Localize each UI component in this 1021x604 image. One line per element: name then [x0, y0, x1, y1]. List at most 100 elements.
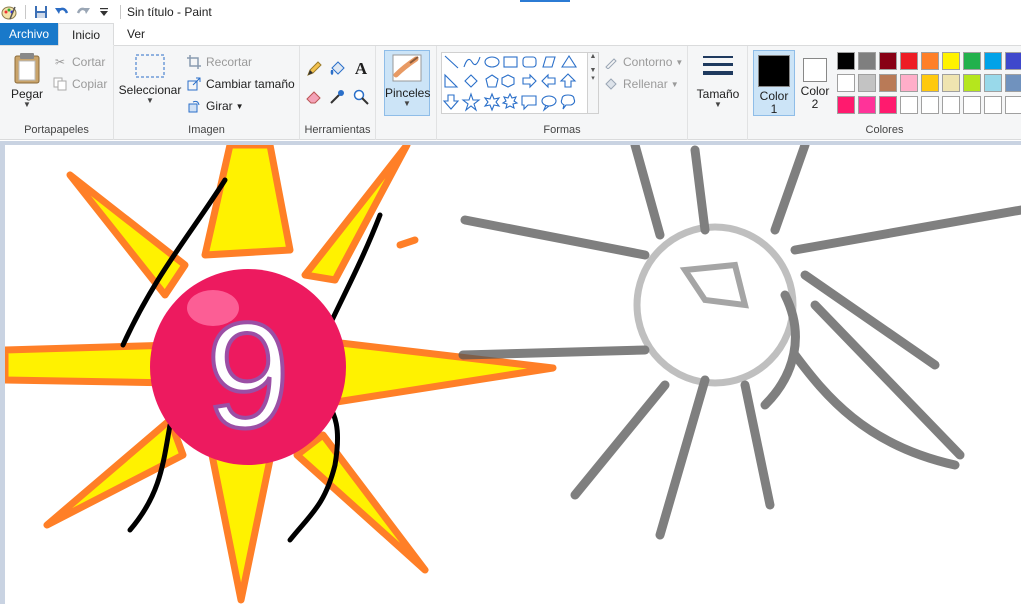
fill-icon — [603, 76, 619, 92]
quick-access-toolbar — [0, 0, 116, 24]
palette-swatch[interactable] — [984, 96, 1002, 114]
palette-swatch[interactable] — [921, 96, 939, 114]
outline-button[interactable]: Contorno ▼ — [603, 52, 683, 72]
chevron-down-icon: ▼ — [146, 96, 154, 105]
shapes-scrollbar[interactable]: ▲ ▼ ▾ — [587, 53, 598, 113]
palette-swatch[interactable] — [963, 74, 981, 92]
grey-sketch-star — [458, 145, 1021, 540]
color2-label: Color 2 — [800, 84, 830, 111]
color1-button[interactable]: Color 1 — [753, 50, 795, 116]
ribbon-tabs: Archivo Inicio Ver — [0, 23, 1021, 46]
undo-icon[interactable] — [53, 3, 71, 21]
palette-swatch[interactable] — [963, 96, 981, 114]
palette-swatch[interactable] — [900, 52, 918, 70]
rotate-icon — [186, 98, 202, 114]
pencil-icon[interactable] — [305, 60, 323, 78]
palette-swatch[interactable] — [921, 52, 939, 70]
clipboard-icon — [14, 53, 40, 84]
color1-swatch — [758, 55, 790, 87]
resize-button[interactable]: Cambiar tamaño — [186, 74, 295, 94]
line-width-icon — [703, 56, 733, 75]
palette-swatch[interactable] — [942, 74, 960, 92]
palette-swatch[interactable] — [984, 52, 1002, 70]
fill-bucket-icon[interactable] — [328, 60, 346, 78]
paste-button[interactable]: Pegar ▼ — [6, 52, 48, 109]
tab-inicio[interactable]: Inicio — [58, 23, 115, 46]
rotate-button[interactable]: Girar ▼ — [186, 96, 244, 116]
image-group: Seleccionar ▼ Recortar Cambiar tamaño Gi… — [114, 46, 300, 140]
color-picker-icon[interactable] — [328, 88, 346, 106]
palette-swatch[interactable] — [1005, 74, 1021, 92]
color2-button[interactable]: Color 2 — [797, 50, 833, 116]
size-button[interactable]: Tamaño ▼ — [694, 52, 742, 109]
clipboard-group-label: Portapapeles — [24, 124, 89, 136]
palette-swatch[interactable] — [942, 52, 960, 70]
palette-swatch[interactable] — [1005, 96, 1021, 114]
palette-swatch[interactable] — [837, 52, 855, 70]
image-group-label: Imagen — [188, 124, 225, 136]
crop-icon — [186, 54, 202, 70]
window-title: Sin título - Paint — [127, 5, 212, 19]
outline-icon — [603, 54, 619, 70]
text-tool-icon[interactable]: A — [352, 59, 370, 78]
shapes-group: ▲ ▼ ▾ Contorno ▼ Rellenar ▼ Formas — [436, 46, 688, 140]
chevron-down-icon: ▼ — [403, 99, 411, 108]
canvas-drawing: 9 — [5, 145, 1021, 604]
size-group: Tamaño ▼ — [688, 46, 748, 140]
window-accent-bar — [520, 0, 570, 2]
canvas-workspace: 9 — [0, 141, 1021, 604]
redo-icon[interactable] — [74, 3, 92, 21]
palette-swatch[interactable] — [984, 74, 1002, 92]
brush-icon — [392, 54, 422, 82]
ribbon: Pegar ▼ ✂ Cortar Copiar Portapapeles Sel… — [0, 46, 1021, 140]
color1-label: Color 1 — [759, 89, 789, 116]
palette-swatch[interactable] — [858, 96, 876, 114]
palette-swatch[interactable] — [921, 74, 939, 92]
fill-button[interactable]: Rellenar ▼ — [603, 74, 679, 94]
palette-swatch[interactable] — [900, 96, 918, 114]
palette-swatch[interactable] — [837, 74, 855, 92]
crop-button[interactable]: Recortar — [186, 52, 252, 72]
chevron-down-icon: ▼ — [670, 79, 679, 89]
palette-swatch[interactable] — [858, 52, 876, 70]
palette-swatch[interactable] — [900, 74, 918, 92]
chevron-down-icon: ▼ — [714, 100, 722, 109]
tab-ver[interactable]: Ver — [114, 23, 158, 45]
shapes-group-label: Formas — [543, 124, 581, 136]
select-button[interactable]: Seleccionar ▼ — [118, 52, 182, 105]
chevron-down-icon: ▼ — [23, 100, 31, 109]
customize-toolbar-icon[interactable] — [95, 3, 113, 21]
palette-swatch[interactable] — [1005, 52, 1021, 70]
palette-swatch[interactable] — [963, 52, 981, 70]
palette-swatch[interactable] — [837, 96, 855, 114]
scissors-icon: ✂ — [54, 55, 66, 69]
clipboard-group: Pegar ▼ ✂ Cortar Copiar Portapapeles — [0, 46, 114, 140]
chevron-down-icon: ▼ — [675, 57, 684, 67]
palette-swatch[interactable] — [879, 52, 897, 70]
copy-button[interactable]: Copiar — [52, 74, 107, 94]
copy-icon — [52, 76, 68, 92]
title-bar: Sin título - Paint — [0, 0, 1021, 24]
drawing-canvas[interactable]: 9 — [5, 145, 1021, 604]
palette-swatch[interactable] — [879, 96, 897, 114]
tab-archivo[interactable]: Archivo — [0, 23, 59, 45]
cut-button[interactable]: ✂ Cortar — [52, 52, 105, 72]
resize-icon — [186, 76, 202, 92]
colors-group-label: Colores — [865, 124, 904, 136]
color2-swatch — [803, 58, 827, 82]
selection-rectangle-icon — [135, 54, 165, 78]
save-icon[interactable] — [32, 3, 50, 21]
palette-swatch[interactable] — [942, 96, 960, 114]
chevron-down-icon: ▼ — [235, 101, 244, 111]
tools-group-label: Herramientas — [304, 124, 371, 136]
shapes-gallery-icons[interactable] — [442, 53, 588, 113]
brushes-button[interactable]: Pinceles ▼ — [384, 50, 430, 116]
magnifier-icon[interactable] — [352, 88, 370, 106]
tools-group: A Herramientas — [300, 46, 376, 140]
paint-app-icon[interactable] — [0, 3, 18, 21]
digit-nine: 9 — [206, 291, 289, 459]
shapes-gallery: ▲ ▼ ▾ — [441, 52, 599, 114]
palette-swatch[interactable] — [879, 74, 897, 92]
eraser-icon[interactable] — [305, 88, 323, 106]
palette-swatch[interactable] — [858, 74, 876, 92]
